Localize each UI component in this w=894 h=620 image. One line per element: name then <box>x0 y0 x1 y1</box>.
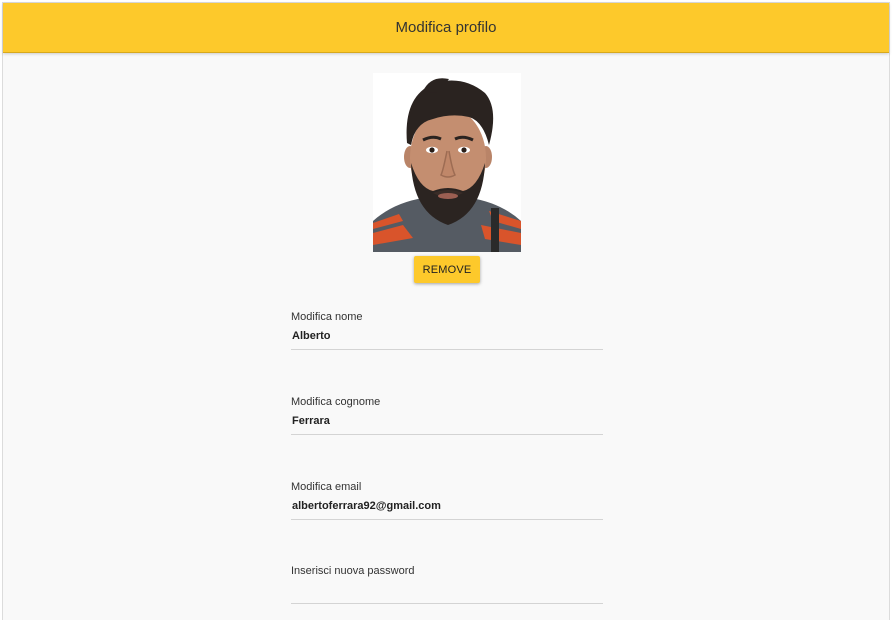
remove-photo-button[interactable]: REMOVE <box>414 256 480 283</box>
email-field-group: Modifica email <box>291 480 603 520</box>
password-label: Inserisci nuova password <box>291 565 415 577</box>
last-name-input[interactable] <box>291 413 603 435</box>
email-input[interactable] <box>291 498 603 520</box>
last-name-label: Modifica cognome <box>291 396 381 408</box>
password-field-group: Inserisci nuova password <box>291 564 603 604</box>
profile-photo <box>373 73 521 252</box>
app-window: Modifica profilo REMOVE Modifica nome Al… <box>2 2 890 620</box>
user-portrait-icon <box>373 73 521 252</box>
last-name-field-group: Modifica cognome <box>291 395 603 435</box>
email-label: Modifica email <box>291 481 362 493</box>
first-name-label: Modifica nome <box>291 311 363 323</box>
header-bar: Modifica profilo <box>3 3 889 53</box>
first-name-input[interactable] <box>291 328 603 350</box>
password-input[interactable] <box>291 582 603 604</box>
page-title: Modifica profilo <box>395 19 497 36</box>
first-name-field-group: Modifica nome <box>291 310 603 350</box>
